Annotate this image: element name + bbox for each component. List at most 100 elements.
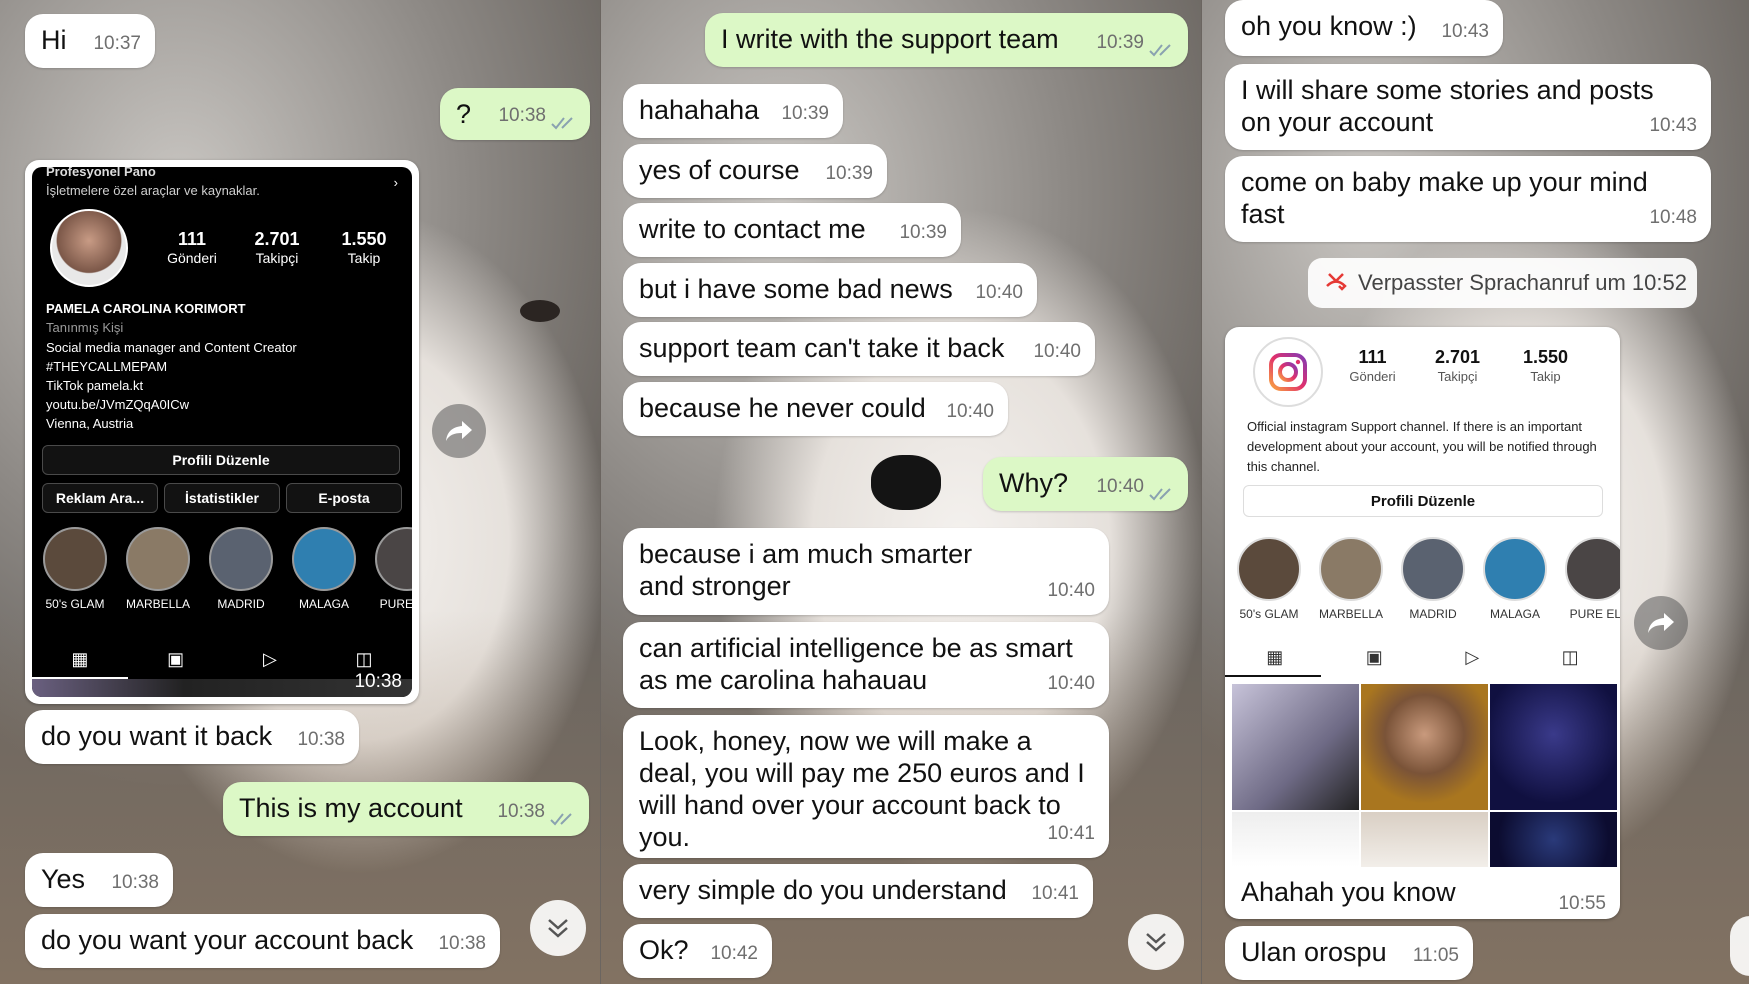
post-thumbnail	[1361, 812, 1488, 867]
pro-dashboard-title: Profesyonel Pano	[46, 167, 156, 179]
message-text: come on baby make up your mind fast	[1241, 167, 1648, 229]
message-time: 10:40	[975, 282, 1023, 303]
forward-icon	[1648, 613, 1674, 633]
message-time: 10:43	[1649, 115, 1697, 136]
message-time: 10:38	[438, 933, 486, 954]
bio-line: Vienna, Austria	[46, 416, 134, 431]
profile-bio: Official instagram Support channel. If t…	[1247, 419, 1597, 474]
insights-button: İstatistikler	[164, 483, 280, 513]
message-text: Hi	[41, 25, 67, 55]
read-ticks-icon	[550, 813, 572, 826]
message-time: 10:40	[1047, 673, 1095, 694]
message-bubble[interactable]: Hi 10:37	[25, 14, 155, 68]
reels-icon: ▣	[1365, 647, 1383, 667]
dog-nose	[871, 455, 941, 510]
post-thumbnail	[1232, 684, 1359, 810]
message-time: 11:05	[1412, 945, 1459, 966]
post-thumbnail	[1232, 812, 1359, 867]
message-bubble[interactable]: Yes 10:38	[25, 853, 173, 907]
message-bubble[interactable]: Ulan orospu 11:05	[1225, 926, 1473, 980]
highlight-item: MADRID	[1393, 537, 1473, 621]
message-text: yes of course	[639, 155, 800, 185]
play-icon: ▷	[262, 649, 277, 669]
bio-link: youtu.be/JVmZQqA0ICw	[46, 397, 190, 412]
edit-profile-button: Profili Düzenle	[42, 445, 400, 475]
message-text: write to contact me	[639, 214, 866, 244]
highlight-item: MARBELLA	[1311, 537, 1391, 621]
message-time: 10:41	[1031, 883, 1079, 904]
message-text: Why?	[999, 468, 1069, 498]
avatar	[1253, 337, 1323, 407]
message-time: 10:40	[1096, 476, 1144, 497]
email-button: E-posta	[286, 483, 402, 513]
message-text: Ulan orospu	[1241, 937, 1387, 967]
tagged-icon: ◫	[1561, 647, 1579, 667]
message-bubble[interactable]: Ok? 10:42	[623, 924, 772, 978]
message-time: 10:38	[498, 105, 546, 126]
message-bubble[interactable]: do you want your account back 10:38	[25, 914, 500, 968]
stat-following: 1.550 Takip	[1522, 347, 1569, 384]
message-bubble[interactable]: because he never could 10:40	[623, 382, 1008, 436]
missed-call-notice[interactable]: Verpasster Sprachanruf um 10:52	[1308, 258, 1697, 308]
message-text: can artificial intelligence be as smart …	[639, 633, 1073, 695]
instagram-logo-icon	[1269, 353, 1307, 391]
message-bubble[interactable]: come on baby make up your mind fast 10:4…	[1225, 156, 1711, 242]
message-bubble[interactable]: I will share some stories and posts on y…	[1225, 64, 1711, 150]
message-text: support team can't take it back	[639, 333, 1005, 363]
message-text: I write with the support team	[721, 24, 1059, 54]
post-thumbnail	[1490, 812, 1617, 867]
message-time: 10:39	[1096, 32, 1144, 53]
pro-dashboard-subtitle: İşletmelere özel araçlar ve kaynaklar.	[46, 183, 260, 198]
message-text: I will share some stories and posts on y…	[1241, 75, 1654, 137]
stat-posts: 111 Gönderi	[1349, 347, 1396, 384]
message-bubble[interactable]: because i am much smarter and stronger 1…	[623, 528, 1109, 615]
message-bubble[interactable]: This is my account 10:38	[223, 782, 589, 836]
message-time: 10:39	[781, 103, 829, 124]
message-text: ?	[456, 99, 472, 129]
post-thumbnail	[1490, 684, 1617, 810]
message-bubble[interactable]: can artificial intelligence be as smart …	[623, 622, 1109, 708]
message-bubble[interactable]: I write with the support team 10:39	[705, 13, 1188, 67]
dog-eye	[520, 300, 560, 322]
highlight-item: MALAGA	[284, 527, 364, 611]
message-bubble[interactable]: write to contact me 10:39	[623, 203, 961, 257]
reels-icon: ▣	[167, 649, 185, 669]
active-tab-indicator	[1225, 675, 1321, 677]
message-bubble[interactable]: support team can't take it back 10:40	[623, 322, 1095, 376]
forward-button[interactable]	[1634, 596, 1688, 650]
message-time: 10:39	[825, 163, 873, 184]
message-bubble[interactable]: ? 10:38	[440, 88, 590, 140]
message-text: Look, honey, now we will make a deal, yo…	[639, 726, 1085, 852]
double-chevron-down-icon	[548, 919, 568, 938]
message-bubble[interactable]: oh you know :) 10:43	[1225, 0, 1503, 56]
stat-posts: 111 Gönderi	[167, 229, 217, 266]
profile-screenshot-card[interactable]: 111 Gönderi 2.701 Takipçi 1.550 Takip Offic…	[1225, 327, 1620, 919]
profile-tab-bar: ▦ ▣ ▷ ◫	[1225, 647, 1620, 673]
message-bubble[interactable]: Look, honey, now we will make a deal, yo…	[623, 715, 1109, 858]
avatar	[50, 209, 128, 287]
highlight-item: 50's GLAM	[35, 527, 115, 611]
message-bubble[interactable]: hahahaha 10:39	[623, 84, 843, 138]
message-bubble[interactable]: do you want it back 10:38	[25, 710, 359, 764]
message-text: because he never could	[639, 393, 926, 423]
message-bubble[interactable]: yes of course 10:39	[623, 144, 887, 198]
profile-screenshot-card[interactable]: Profesyonel Pano İşletmelere özel araçla…	[25, 160, 419, 704]
scroll-down-button[interactable]	[1730, 916, 1749, 976]
message-text: because i am much smarter and stronger	[639, 539, 973, 601]
message-bubble[interactable]: very simple do you understand 10:41	[623, 864, 1093, 918]
bio-line: #THEYCALLMEPAM	[46, 359, 168, 374]
message-bubble[interactable]: but i have some bad news 10:40	[623, 263, 1037, 317]
instagram-profile-dark: Profesyonel Pano İşletmelere özel araçla…	[32, 167, 412, 697]
bio-line: Social media manager and Content Creator	[46, 340, 297, 355]
message-text: do you want your account back	[41, 925, 414, 955]
message-text: very simple do you understand	[639, 875, 1007, 905]
message-time: 10:39	[899, 222, 947, 243]
message-text: Ahahah you know	[1241, 877, 1456, 907]
scroll-down-button[interactable]	[1128, 914, 1184, 970]
bio-line: TikTok pamela.kt	[46, 378, 144, 393]
message-bubble[interactable]: Why? 10:40	[983, 457, 1188, 511]
forward-button[interactable]	[432, 404, 486, 458]
missed-call-text: Verpasster Sprachanruf um 10:52	[1358, 270, 1687, 295]
forward-icon	[446, 421, 472, 441]
scroll-down-button[interactable]	[530, 900, 586, 956]
